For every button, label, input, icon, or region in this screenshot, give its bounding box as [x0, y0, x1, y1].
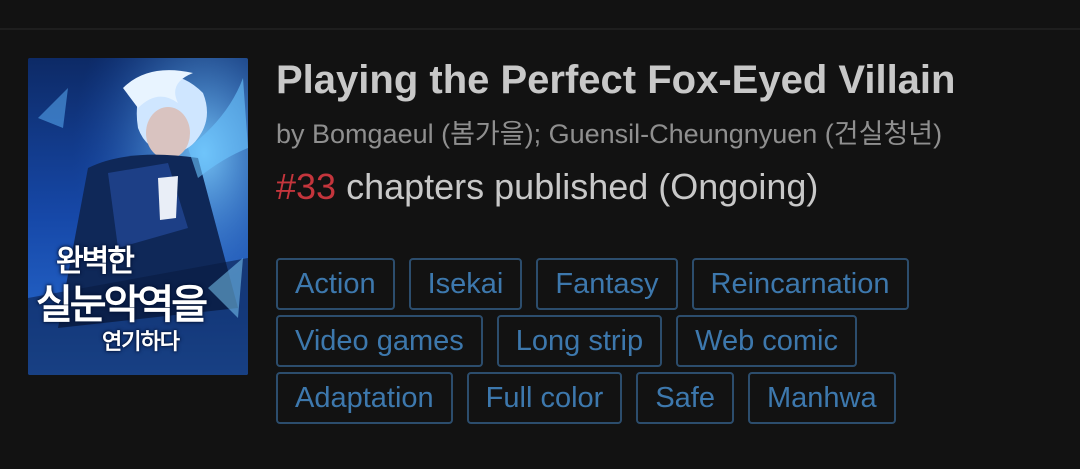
tag-safe[interactable]: Safe [636, 372, 734, 424]
tag-web-comic[interactable]: Web comic [676, 315, 857, 367]
tag-adaptation[interactable]: Adaptation [276, 372, 453, 424]
chapter-count: #33 [276, 166, 337, 207]
cover-title-line2: 실눈악역을 [36, 282, 208, 328]
tag-full-color[interactable]: Full color [466, 372, 623, 424]
tag-row: Action Isekai Fantasy Reincarnation [276, 258, 909, 310]
chapters-info: #33 chapters published (Ongoing) [276, 166, 818, 208]
cover-title-line3: 연기하다 [102, 330, 180, 355]
tag-isekai[interactable]: Isekai [408, 258, 523, 310]
tag-manhwa[interactable]: Manhwa [748, 372, 896, 424]
chapters-status: chapters published (Ongoing) [336, 166, 819, 207]
tag-action[interactable]: Action [276, 258, 395, 310]
tag-reincarnation[interactable]: Reincarnation [691, 258, 909, 310]
tag-list: Action Isekai Fantasy Reincarnation Vide… [276, 258, 909, 429]
tag-row: Adaptation Full color Safe Manhwa [276, 372, 909, 424]
tag-video-games[interactable]: Video games [276, 315, 483, 367]
tag-fantasy[interactable]: Fantasy [536, 258, 678, 310]
manga-title[interactable]: Playing the Perfect Fox-Eyed Villain [276, 58, 955, 103]
tag-row: Video games Long strip Web comic [276, 315, 909, 367]
tag-long-strip[interactable]: Long strip [496, 315, 663, 367]
manga-authors[interactable]: by Bomgaeul (봄가을); Guensil-Cheungnyuen (… [276, 112, 942, 151]
cover-image[interactable]: 완벽한 실눈악역을 연기하다 [28, 58, 248, 375]
manga-card: 완벽한 실눈악역을 연기하다 Playing the Perfect Fox-E… [0, 30, 1080, 469]
